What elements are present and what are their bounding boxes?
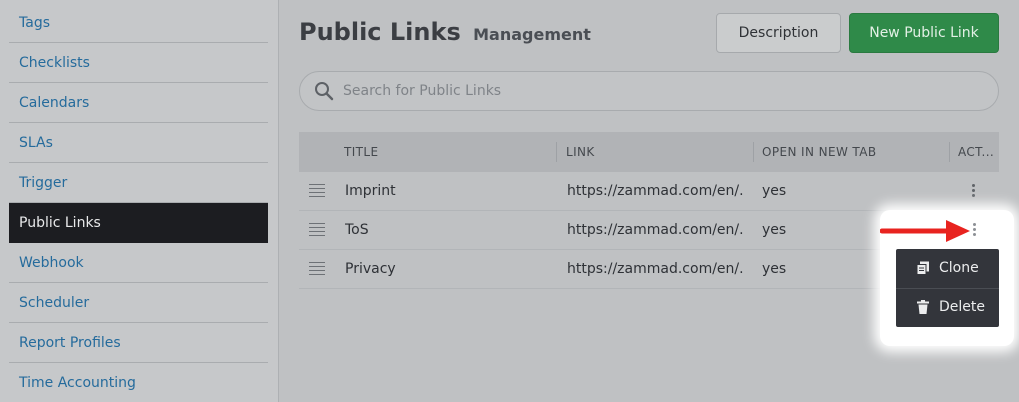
row-open-in-new-tab: yes (762, 261, 787, 277)
search-placeholder: Search for Public Links (343, 83, 502, 99)
row-title: Imprint (345, 183, 396, 199)
sidebar-item-time-accounting[interactable]: Time Accounting (9, 363, 268, 402)
page-title-text: Public Links (299, 18, 461, 46)
row-title: Privacy (345, 261, 396, 277)
sidebar-item-trigger[interactable]: Trigger (9, 163, 268, 203)
column-header-actions[interactable]: ACT... (958, 132, 996, 172)
trash-icon (917, 300, 929, 314)
row-open-in-new-tab: yes (762, 222, 787, 238)
row-open-in-new-tab: yes (762, 183, 787, 199)
drag-handle-icon[interactable] (309, 223, 325, 236)
menu-item-clone[interactable]: Clone (896, 249, 999, 288)
search-icon (315, 82, 334, 101)
sidebar-item-checklists[interactable]: Checklists (9, 43, 268, 83)
clone-icon (916, 261, 929, 275)
menu-item-clone-label: Clone (939, 260, 979, 276)
admin-sidebar: Tags Checklists Calendars SLAs Trigger P… (0, 0, 279, 402)
row-title: ToS (345, 222, 369, 238)
page-title: Public Links Management (299, 18, 591, 46)
sidebar-item-public-links[interactable]: Public Links (9, 203, 268, 243)
table-header: TITLE LINK OPEN IN NEW TAB ACT... (299, 132, 999, 172)
actions-dropdown-menu: Clone Delete (896, 249, 999, 327)
column-divider (556, 142, 557, 162)
sidebar-item-calendars[interactable]: Calendars (9, 83, 268, 123)
column-header-open-in-new-tab[interactable]: OPEN IN NEW TAB (762, 132, 876, 172)
search-input[interactable]: Search for Public Links (299, 71, 999, 111)
sidebar-item-webhook[interactable]: Webhook (9, 243, 268, 283)
row-link: https://zammad.com/en/... (567, 261, 745, 277)
drag-handle-icon[interactable] (309, 262, 325, 275)
menu-item-delete[interactable]: Delete (896, 288, 999, 327)
column-divider (753, 142, 754, 162)
column-divider (949, 142, 950, 162)
menu-item-delete-label: Delete (939, 299, 985, 315)
table-row[interactable]: Imprint https://zammad.com/en/... yes (299, 172, 999, 211)
drag-handle-icon[interactable] (309, 184, 325, 197)
more-actions-icon[interactable] (972, 184, 976, 198)
sidebar-item-report-profiles[interactable]: Report Profiles (9, 323, 268, 363)
row-link: https://zammad.com/en/... (567, 222, 745, 238)
page-subtitle: Management (473, 25, 591, 44)
sidebar-item-slas[interactable]: SLAs (9, 123, 268, 163)
row-link: https://zammad.com/en/... (567, 183, 745, 199)
column-header-title[interactable]: TITLE (344, 132, 378, 172)
more-actions-icon[interactable] (973, 223, 977, 237)
annotation-arrow-icon (880, 220, 970, 242)
description-button[interactable]: Description (716, 13, 841, 53)
sidebar-item-scheduler[interactable]: Scheduler (9, 283, 268, 323)
sidebar-item-tags[interactable]: Tags (9, 3, 268, 43)
new-public-link-button[interactable]: New Public Link (849, 13, 999, 53)
column-header-link[interactable]: LINK (566, 132, 595, 172)
